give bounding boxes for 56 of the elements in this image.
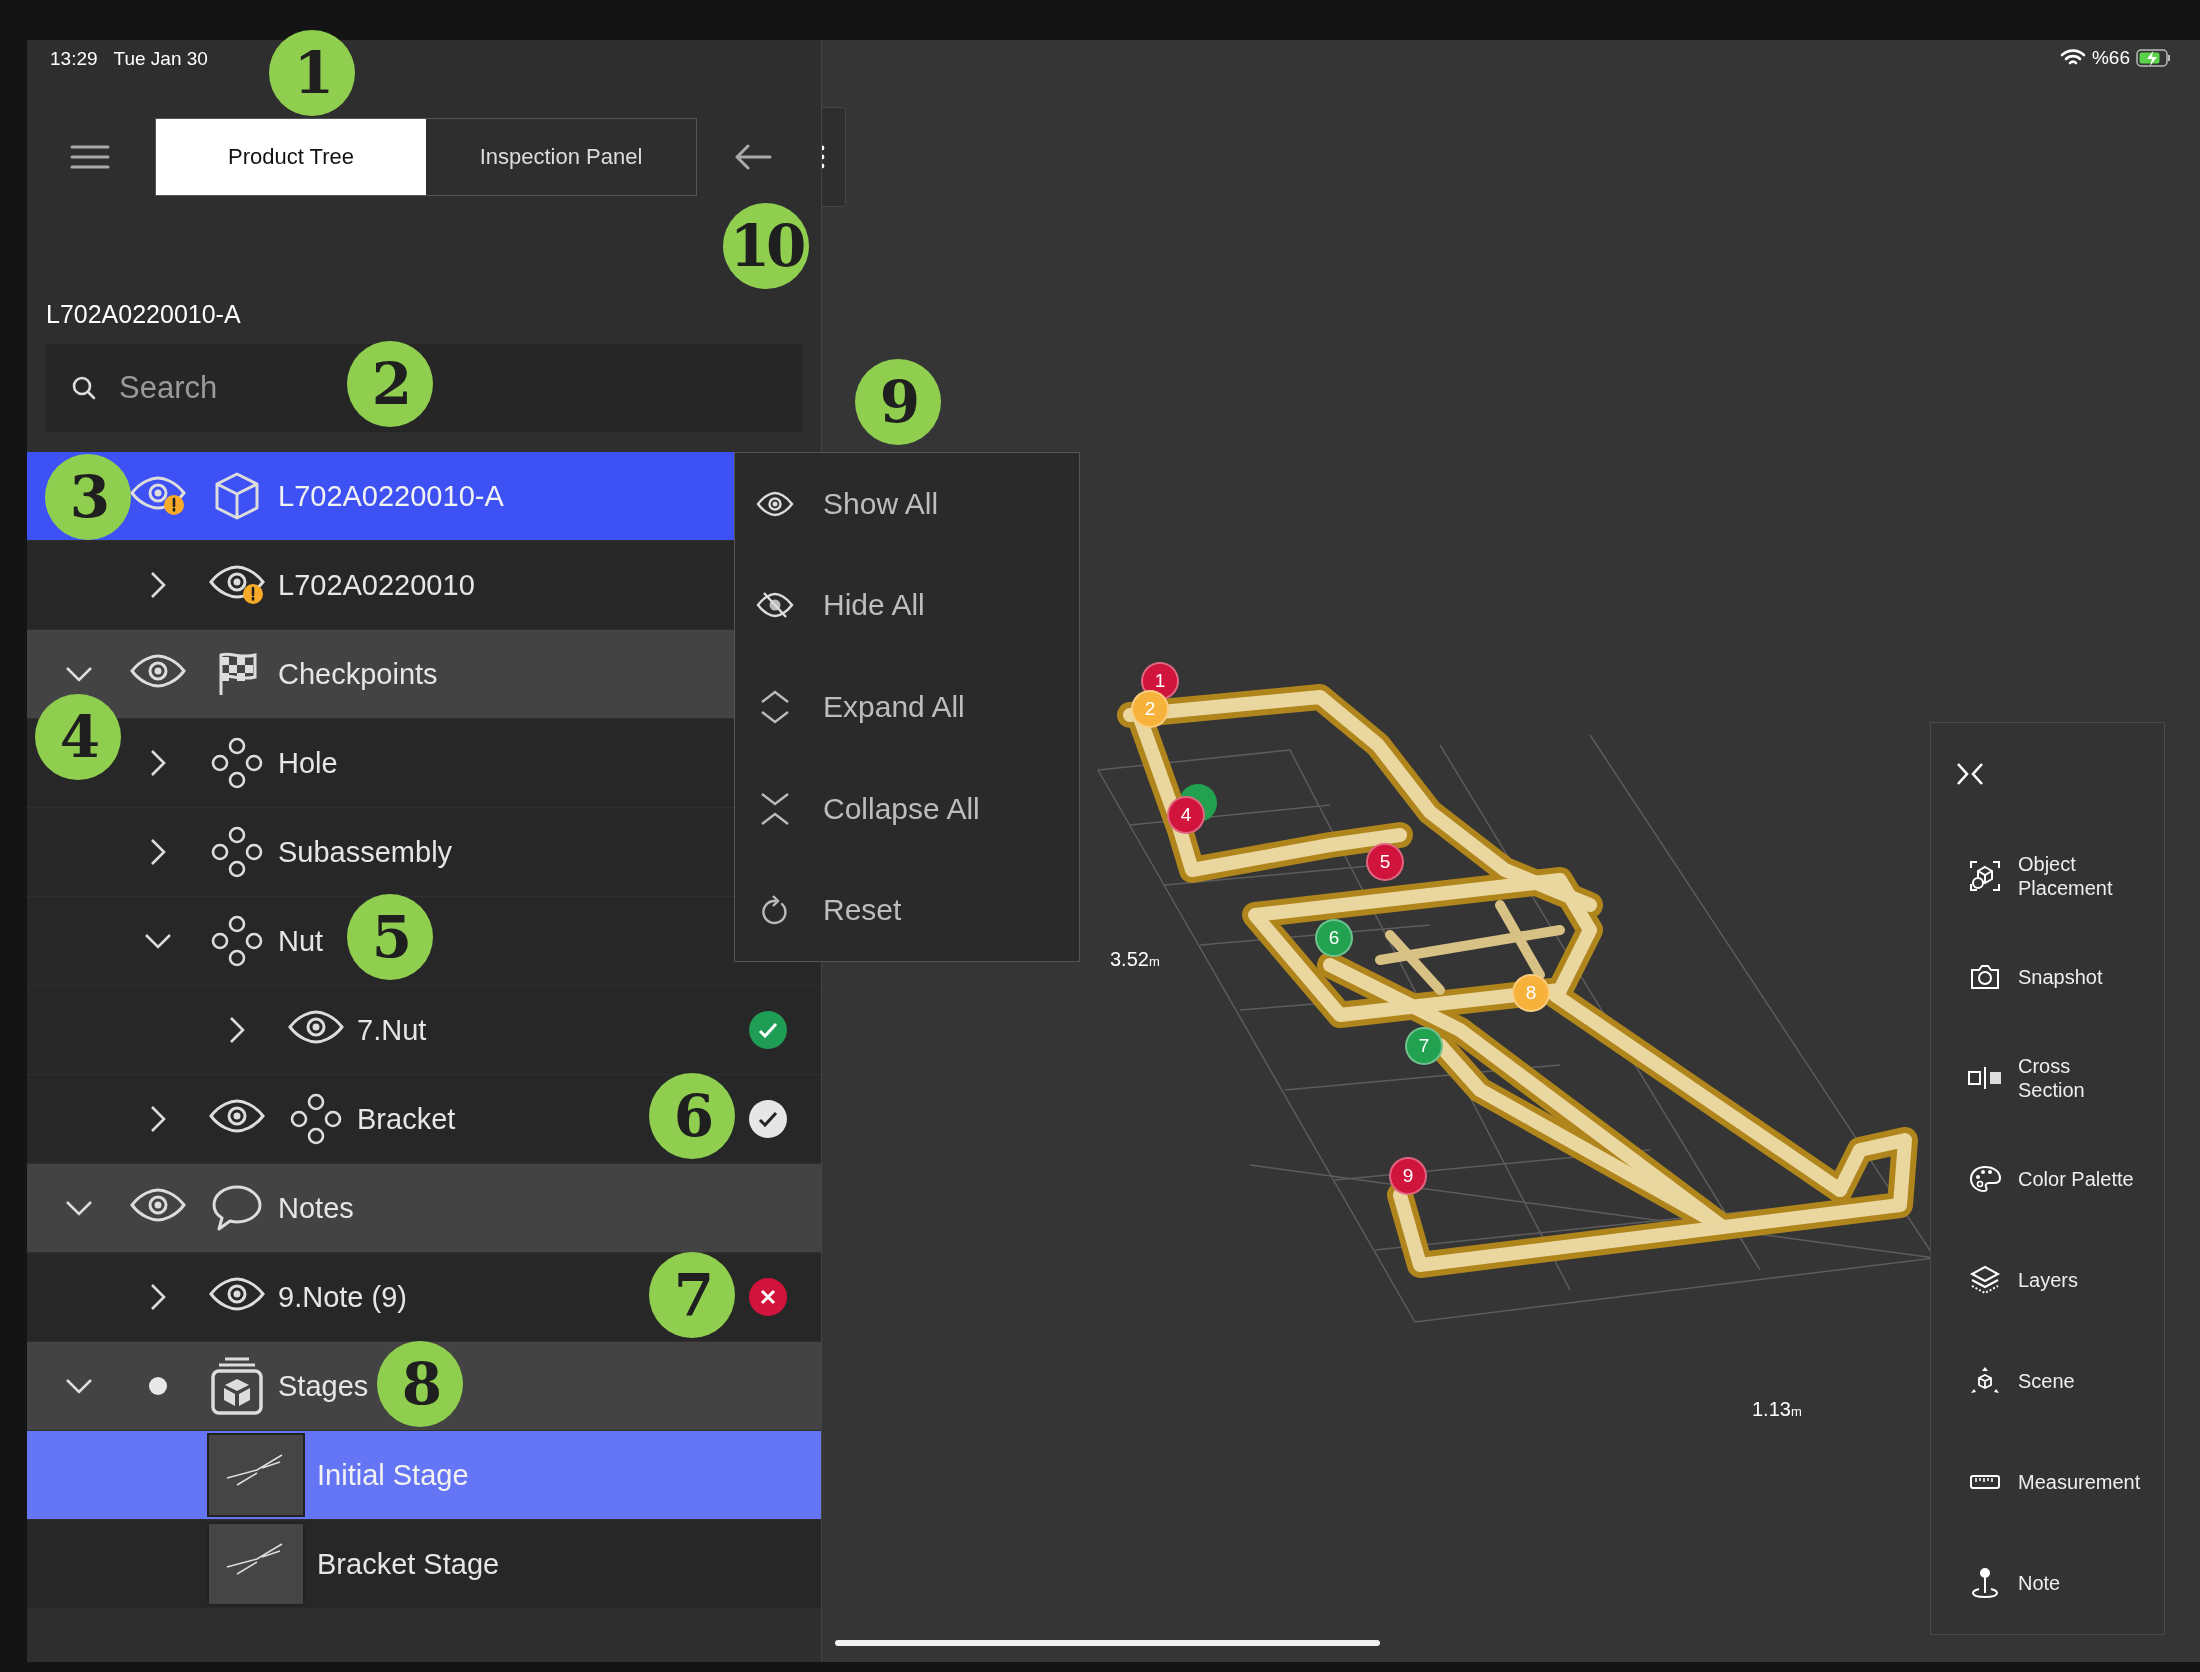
tree-row[interactable]: Notes bbox=[27, 1164, 821, 1253]
layers-icon bbox=[1969, 1264, 2001, 1295]
status-time: 13:29 bbox=[50, 48, 98, 70]
camera-icon bbox=[1969, 962, 2001, 991]
tab[interactable]: Product Tree bbox=[156, 119, 426, 195]
four-circles-icon bbox=[210, 915, 263, 967]
tool-button[interactable]: Color Palette bbox=[1931, 1128, 2164, 1229]
tree-label: Notes bbox=[278, 1191, 354, 1225]
tool-button[interactable]: Scene bbox=[1931, 1330, 2164, 1431]
visibility-dot[interactable] bbox=[148, 1377, 167, 1395]
status-date: Tue Jan 30 bbox=[113, 48, 208, 70]
battery-percent: %66 bbox=[2091, 47, 2130, 69]
menu-icon[interactable] bbox=[70, 144, 110, 170]
tool-button[interactable]: Layers bbox=[1931, 1229, 2164, 1330]
palette-icon bbox=[1969, 1164, 2001, 1193]
eye-slash-icon bbox=[756, 591, 794, 620]
tool-button[interactable]: Object Placement bbox=[1931, 825, 2164, 926]
checkpoint-pin[interactable]: 9 bbox=[1389, 1157, 1427, 1195]
refresh-icon bbox=[760, 894, 790, 927]
search-icon bbox=[71, 375, 97, 401]
pin-icon bbox=[1970, 1566, 2000, 1599]
stage-label: Initial Stage bbox=[317, 1458, 469, 1492]
scene-cube-icon bbox=[1969, 1365, 2001, 1396]
tree-label: Nut bbox=[278, 924, 324, 958]
expand-icon bbox=[759, 690, 791, 724]
stacked-box-icon bbox=[209, 1357, 264, 1415]
ruler-icon bbox=[1969, 1472, 2001, 1491]
eye-icon bbox=[756, 490, 794, 517]
tree-label: 9.Note (9) bbox=[278, 1280, 407, 1314]
tree-label: Subassembly bbox=[278, 835, 453, 869]
stage-label: Bracket Stage bbox=[317, 1547, 500, 1581]
tree-label: L702A0220010 bbox=[278, 568, 475, 602]
tool-button[interactable]: Cross Section bbox=[1931, 1027, 2164, 1128]
checkpoint-pin[interactable]: 5 bbox=[1366, 843, 1404, 881]
tree-label: L702A0220010-A bbox=[278, 479, 504, 513]
four-circles-icon bbox=[210, 826, 263, 878]
tool-button[interactable]: Measurement bbox=[1931, 1431, 2164, 1532]
stage-row[interactable]: Bracket Stage bbox=[27, 1520, 821, 1609]
battery-charging-icon bbox=[2136, 48, 2172, 68]
speech-bubble-icon bbox=[210, 1184, 263, 1232]
cube-frame-icon bbox=[1969, 859, 2001, 892]
four-circles-icon bbox=[210, 737, 263, 789]
tree-label: Bracket bbox=[357, 1102, 456, 1136]
tree-label: Hole bbox=[278, 746, 338, 780]
cross-section-icon bbox=[1967, 1064, 2003, 1091]
four-circles-icon bbox=[289, 1093, 342, 1145]
tree-label: 7.Nut bbox=[357, 1013, 427, 1047]
tree-label: Stages bbox=[278, 1369, 369, 1403]
tree-label: Checkpoints bbox=[278, 657, 438, 691]
tool-button[interactable]: Snapshot bbox=[1931, 926, 2164, 1027]
model-title: L702A0220010-A bbox=[46, 300, 242, 330]
collapse-icon bbox=[759, 791, 791, 826]
back-arrow-icon[interactable] bbox=[734, 144, 772, 170]
eye-warning-icon[interactable] bbox=[207, 565, 266, 605]
tool-button[interactable]: Note bbox=[1931, 1532, 2164, 1633]
tree-row[interactable]: 7.Nut bbox=[27, 986, 821, 1075]
